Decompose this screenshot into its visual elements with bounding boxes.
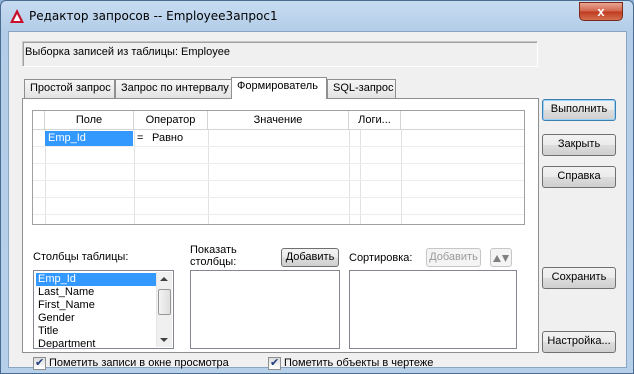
table-columns-label: Столбцы таблицы: — [33, 251, 129, 263]
show-columns-label-line2: столбцы: — [190, 256, 237, 268]
autocad-logo-icon — [10, 9, 24, 23]
mark-in-drawing-checkbox[interactable] — [268, 356, 281, 370]
show-columns-list[interactable] — [190, 270, 340, 349]
tab-query-builder[interactable]: Формирователь — [231, 77, 327, 99]
window-title: Редактор запросов -- Employee3апрос1 — [29, 9, 278, 23]
list-item[interactable]: Last_Name — [36, 286, 166, 299]
mark-in-preview-label[interactable]: Пометить записи в окне просмотра — [49, 357, 229, 369]
scroll-thumb[interactable] — [158, 289, 171, 315]
up-down-arrows-icon — [493, 255, 509, 262]
list-item[interactable]: Gender — [36, 312, 166, 325]
grid-cell-operator-name[interactable]: Равно — [152, 132, 183, 144]
tab-sql-query[interactable]: SQL-запрос — [327, 79, 396, 98]
mark-in-drawing-label[interactable]: Пометить объекты в чертеже — [284, 357, 433, 369]
query-builder-panel: Поле Оператор Значение Логи... Emp_Id = — [22, 98, 539, 370]
grid-cell-operator-symbol[interactable]: = — [137, 132, 143, 144]
grid-row-line — [33, 214, 524, 215]
help-button[interactable]: Справка — [542, 166, 616, 188]
grid-header: Поле Оператор Значение Логи... — [33, 111, 524, 130]
grid-divider — [134, 130, 135, 224]
save-button[interactable]: Сохранить — [542, 267, 616, 289]
grid-divider — [360, 130, 361, 224]
mark-in-preview-checkbox[interactable] — [33, 356, 46, 370]
add-sort-button[interactable]: Добавить — [426, 248, 481, 267]
column-header-value[interactable]: Значение — [208, 111, 349, 130]
grid-row-line — [33, 146, 524, 147]
sort-label: Сортировка: — [349, 252, 413, 264]
scroll-down-icon[interactable] — [160, 338, 168, 342]
close-button[interactable]: Закрыть — [542, 134, 616, 156]
show-columns-label: Показать столбцы: — [190, 244, 237, 268]
tab-simple-query[interactable]: Простой запрос — [24, 79, 115, 98]
query-criteria-grid[interactable]: Поле Оператор Значение Логи... Emp_Id = — [32, 110, 525, 225]
source-table-info: Выборка записей из таблицы: Employee — [25, 46, 230, 58]
add-show-column-button[interactable]: Добавить — [281, 248, 339, 267]
grid-divider — [401, 130, 402, 224]
scroll-up-icon[interactable] — [160, 277, 168, 281]
grid-row-line — [33, 180, 524, 181]
grid-row-header-corner — [33, 111, 45, 130]
sort-order-button[interactable] — [490, 248, 512, 267]
column-header-field[interactable]: Поле — [45, 111, 134, 130]
list-item[interactable]: Emp_Id — [36, 273, 166, 286]
grid-row-line — [33, 163, 524, 164]
close-icon: x — [597, 4, 605, 19]
vertical-scrollbar[interactable] — [156, 272, 172, 347]
dialog-body: Выборка записей из таблицы: Employee Про… — [8, 31, 627, 370]
grid-divider — [349, 130, 350, 224]
execute-button[interactable]: Выполнить — [542, 99, 616, 121]
title-bar[interactable]: Редактор запросов -- Employee3апрос1 x — [1, 1, 633, 31]
tab-range-query[interactable]: Запрос по интервалу — [115, 79, 232, 98]
list-item[interactable]: Title — [36, 325, 166, 338]
query-editor-window: Редактор запросов -- Employee3апрос1 x В… — [0, 0, 634, 374]
sort-list[interactable] — [349, 270, 517, 349]
list-item[interactable]: First_Name — [36, 299, 166, 312]
grid-row-line — [33, 197, 524, 198]
grid-cell-field[interactable]: Emp_Id — [45, 131, 133, 146]
show-columns-label-line1: Показать — [190, 244, 237, 256]
column-header-operator[interactable]: Оператор — [134, 111, 208, 130]
grid-divider — [208, 130, 209, 224]
window-close-button[interactable]: x — [579, 2, 623, 21]
settings-button[interactable]: Настройка... — [542, 331, 616, 353]
table-columns-list[interactable]: Emp_Id Last_Name First_Name Gender Title… — [33, 270, 174, 349]
list-item[interactable]: Department — [36, 338, 166, 348]
column-header-logic[interactable]: Логи... — [349, 111, 401, 130]
